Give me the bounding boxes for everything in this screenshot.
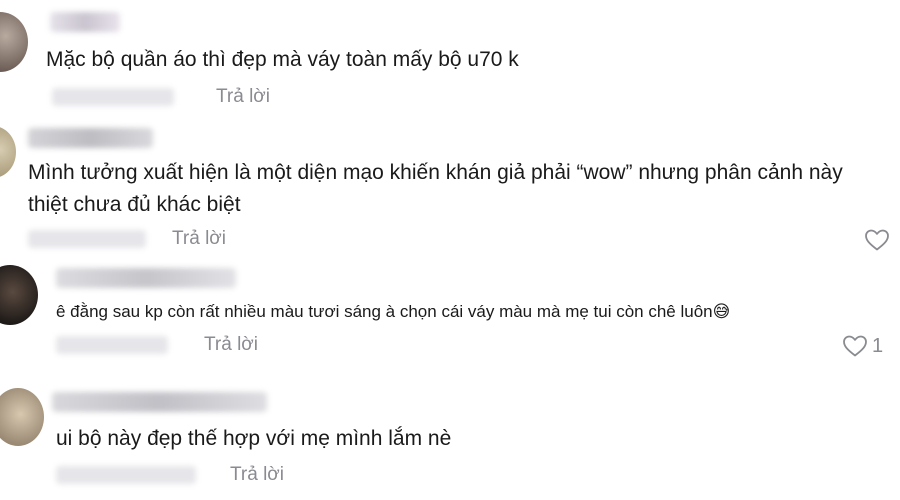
comment-text: ui bộ này đẹp thế hợp với mẹ mình lắm nè xyxy=(56,427,452,450)
username-blurred[interactable] xyxy=(56,268,236,288)
reply-button[interactable]: Trả lời xyxy=(230,464,284,486)
avatar[interactable] xyxy=(0,388,44,446)
timestamp-blurred xyxy=(52,88,174,106)
username-blurred[interactable] xyxy=(52,392,267,412)
timestamp-blurred xyxy=(56,466,196,484)
comment-text: ê đằng sau kp còn rất nhiều màu tươi sán… xyxy=(56,302,731,321)
username-blurred[interactable] xyxy=(28,128,153,148)
comment-section: Mặc bộ quần áo thì đẹp mà váy toàn mấy b… xyxy=(0,0,900,500)
reply-button[interactable]: Trả lời xyxy=(216,86,270,108)
comment-text-line-1: Mình tưởng xuất hiện là một diện mạo khi… xyxy=(28,161,843,184)
like-button[interactable]: 1 xyxy=(842,334,883,358)
heart-outline-icon xyxy=(842,334,868,358)
reply-button[interactable]: Trả lời xyxy=(172,228,226,250)
avatar[interactable] xyxy=(0,265,38,325)
like-button[interactable] xyxy=(864,228,890,252)
heart-outline-icon xyxy=(864,228,890,252)
avatar[interactable] xyxy=(0,12,28,72)
comment-text: Mặc bộ quần áo thì đẹp mà váy toàn mấy b… xyxy=(46,48,519,71)
timestamp-blurred xyxy=(56,336,168,354)
timestamp-blurred xyxy=(28,230,146,248)
comment-text-line-2: thiệt chưa đủ khác biệt xyxy=(28,193,241,216)
reply-button[interactable]: Trả lời xyxy=(204,334,258,356)
username-blurred[interactable] xyxy=(50,12,120,32)
avatar[interactable] xyxy=(0,126,16,178)
like-count: 1 xyxy=(872,334,884,357)
